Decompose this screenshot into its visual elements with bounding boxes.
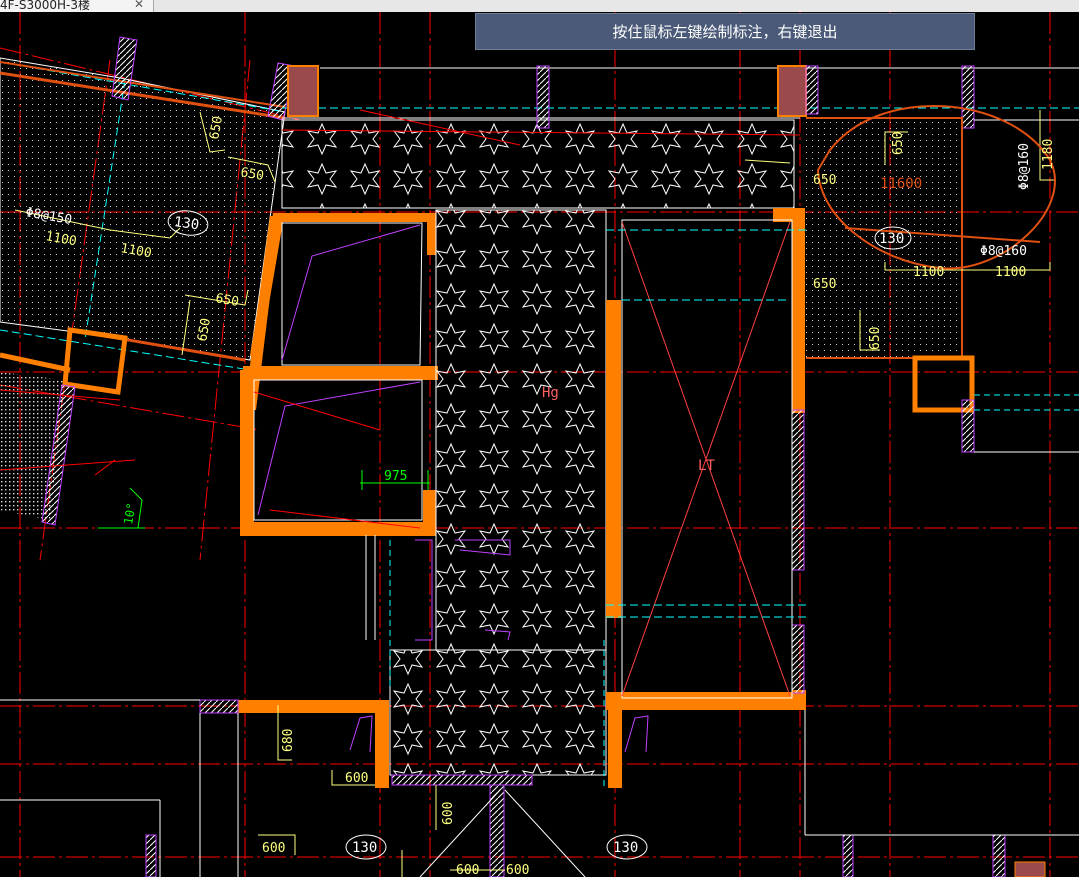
dim-1100-d: 1100: [995, 265, 1026, 280]
dim-1100-c: 1100: [913, 265, 944, 280]
dim-600-a: 600: [345, 771, 368, 786]
dim-600-c: 600: [262, 841, 285, 856]
dim-650-h: 650: [868, 327, 883, 350]
dim-650-e: 650: [891, 132, 906, 155]
dim-680: 680: [281, 729, 296, 752]
dim-1180: 1180: [1041, 139, 1056, 170]
dim-11600: 11600: [880, 176, 922, 192]
slab-tag-right: 130: [879, 231, 904, 247]
drawing-canvas[interactable]: 650 650 650 650 1100 1100 650 650 650 65…: [0, 12, 1079, 877]
hatch-label: Hg: [542, 385, 559, 401]
dim-650-g: 650: [813, 277, 836, 292]
elevator-label: LT: [698, 458, 715, 474]
rebar-right-vertical: Φ8@160: [1017, 143, 1032, 190]
close-icon[interactable]: ✕: [134, 0, 144, 11]
document-tab[interactable]: 4F-S3000H-3楼 ✕: [0, 0, 154, 12]
slab-tag-bottom-left: 130: [352, 840, 377, 856]
dim-600-b: 600: [441, 802, 456, 825]
dim-600-d: 600: [456, 863, 479, 877]
rebar-right-horizontal: Φ8@160: [980, 244, 1027, 259]
dim-600-e: 600: [506, 863, 529, 877]
document-tab-label: 4F-S3000H-3楼: [0, 0, 91, 12]
dim-650-f: 650: [813, 173, 836, 188]
slab-tag-bottom-right: 130: [613, 840, 638, 856]
command-prompt-tooltip: 按住鼠标左键绘制标注，右键退出: [475, 13, 975, 50]
dim-975: 975: [384, 469, 407, 484]
